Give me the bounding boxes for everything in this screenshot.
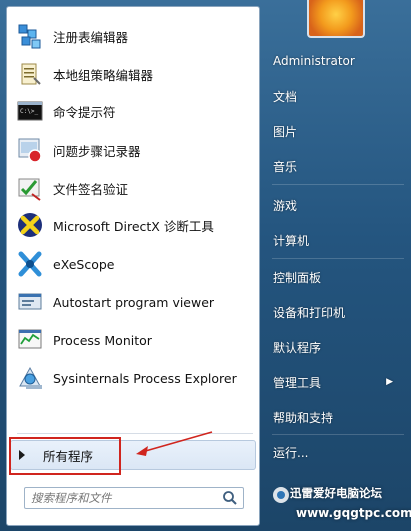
registry-editor-icon	[15, 21, 45, 51]
highlight-box	[9, 437, 121, 475]
program-item-directx[interactable]: Microsoft DirectX 诊断工具	[11, 208, 257, 242]
divider	[272, 434, 404, 435]
start-menu: 注册表编辑器 本地组策略编辑器 C:\>_ 命令提示符 问题步骤记录器 文件签名…	[0, 0, 411, 531]
link-label: 音乐	[273, 159, 298, 174]
link-games[interactable]: 游戏	[262, 192, 411, 218]
search-icon[interactable]	[221, 489, 239, 507]
link-music[interactable]: 音乐	[262, 153, 411, 179]
link-documents[interactable]: 文档	[262, 83, 411, 109]
link-label: Administrator	[273, 54, 355, 68]
file-signature-icon	[15, 173, 45, 203]
user-picture[interactable]	[307, 0, 365, 38]
link-label: 设备和打印机	[273, 305, 346, 320]
watermark-logo-icon	[273, 487, 289, 503]
link-label: 计算机	[273, 233, 310, 248]
link-help-support[interactable]: 帮助和支持	[262, 404, 411, 430]
program-item-command-prompt[interactable]: C:\>_ 命令提示符	[11, 94, 257, 128]
program-item-registry-editor[interactable]: 注册表编辑器	[11, 19, 257, 53]
divider	[17, 433, 253, 434]
link-label: 默认程序	[273, 340, 322, 355]
link-computer[interactable]: 计算机	[262, 227, 411, 253]
program-label: 注册表编辑器	[53, 29, 129, 45]
steps-recorder-icon	[15, 135, 45, 165]
places-panel: Administrator 文档 图片 音乐 游戏 计算机 控制面板 设备和打印…	[262, 0, 411, 531]
process-explorer-icon	[15, 363, 45, 393]
divider	[272, 258, 404, 259]
link-devices-printers[interactable]: 设备和打印机	[262, 299, 411, 325]
link-admin-tools[interactable]: 管理工具 ▶	[262, 369, 411, 395]
watermark-url: www.gqgtpc.com	[296, 506, 411, 520]
program-label: Autostart program viewer	[53, 294, 215, 310]
program-item-process-monitor[interactable]: Process Monitor	[11, 323, 257, 357]
submenu-arrow-icon: ▶	[386, 377, 393, 387]
exescope-icon	[15, 249, 45, 279]
link-label: 帮助和支持	[273, 410, 334, 425]
link-label: 图片	[273, 124, 298, 139]
process-monitor-icon	[15, 325, 45, 355]
link-administrator[interactable]: Administrator	[262, 48, 411, 74]
svg-text:C:\>_: C:\>_	[20, 108, 38, 115]
program-label: 文件签名验证	[53, 181, 129, 197]
divider	[272, 184, 404, 185]
program-label: 问题步骤记录器	[53, 143, 141, 159]
program-item-group-policy[interactable]: 本地组策略编辑器	[11, 57, 257, 91]
program-label: eXeScope	[53, 256, 115, 272]
search-box[interactable]	[24, 487, 244, 509]
program-item-exescope[interactable]: eXeScope	[11, 247, 257, 281]
program-label: Microsoft DirectX 诊断工具	[53, 218, 214, 234]
link-run[interactable]: 运行...	[262, 439, 411, 465]
program-item-steps-recorder[interactable]: 问题步骤记录器	[11, 133, 257, 167]
program-item-file-signature[interactable]: 文件签名验证	[11, 171, 257, 205]
search-input[interactable]	[25, 489, 221, 507]
program-item-process-explorer[interactable]: Sysinternals Process Explorer	[11, 361, 257, 395]
link-label: 文档	[273, 89, 298, 104]
link-label: 运行...	[273, 445, 309, 460]
program-item-autostart[interactable]: Autostart program viewer	[11, 285, 257, 319]
program-label: Process Monitor	[53, 332, 152, 348]
program-label: 本地组策略编辑器	[53, 67, 154, 83]
group-policy-icon	[15, 59, 45, 89]
watermark: 迅雷爱好电脑论坛 www.gqgtpc.com	[270, 478, 411, 531]
watermark-text: 迅雷爱好电脑论坛	[290, 486, 382, 500]
link-control-panel[interactable]: 控制面板	[262, 264, 411, 290]
autostart-icon	[15, 287, 45, 317]
directx-icon	[15, 210, 45, 240]
command-prompt-icon: C:\>_	[15, 96, 45, 126]
program-label: 命令提示符	[53, 104, 116, 120]
link-pictures[interactable]: 图片	[262, 118, 411, 144]
link-label: 控制面板	[273, 270, 322, 285]
link-label: 游戏	[273, 198, 298, 213]
link-label: 管理工具	[273, 375, 322, 390]
program-label: Sysinternals Process Explorer	[53, 370, 237, 386]
link-default-programs[interactable]: 默认程序	[262, 334, 411, 360]
